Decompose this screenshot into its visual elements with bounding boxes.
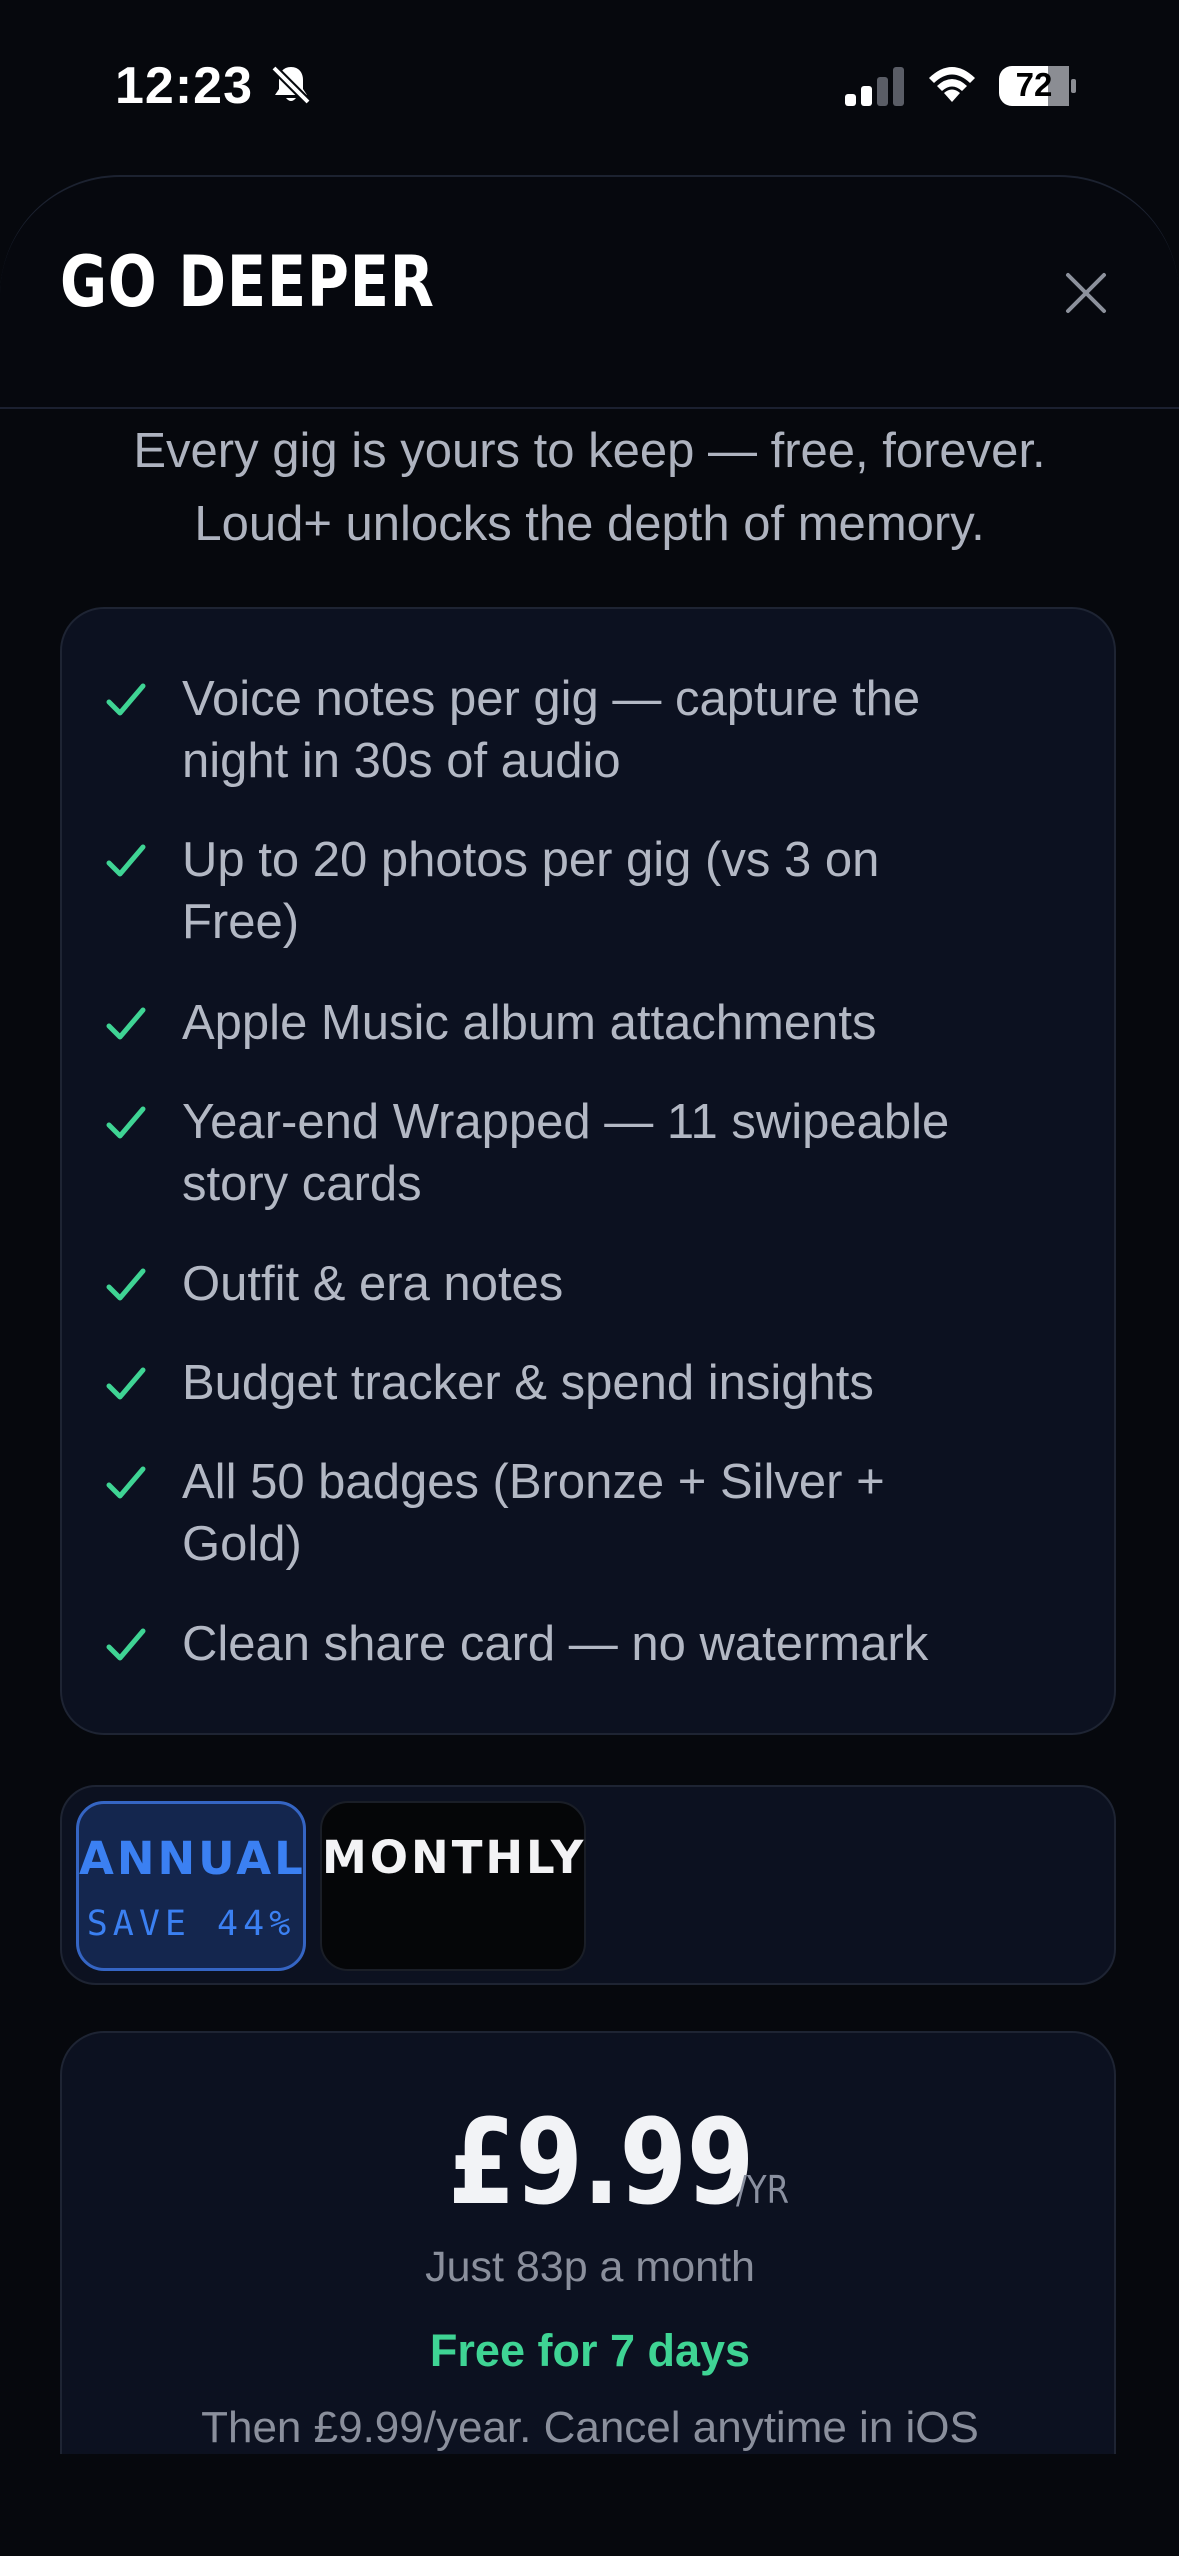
cellular-signal-icon	[845, 67, 904, 106]
annual-save-badge: SAVE 44%	[86, 1904, 296, 1944]
check-icon	[106, 1268, 146, 1301]
check-icon	[106, 1007, 146, 1040]
close-icon[interactable]	[1060, 267, 1112, 319]
monthly-plan-option[interactable]: MONTHLY	[320, 1801, 586, 1971]
sheet-subtitle: Every gig is yours to keep — free, forev…	[40, 415, 1139, 561]
billing-terms: Then £9.99/year. Cancel anytime in iOS	[201, 2403, 979, 2452]
sheet-title: GO DEEPER	[60, 241, 435, 323]
feature-line: Year-end Wrapped — 11 swipeable	[182, 1095, 950, 1149]
feature-line: night in 30s of audio	[182, 734, 621, 788]
feature-text: Apple Music album attachments	[182, 992, 1082, 1054]
price-period: /YR	[736, 2168, 790, 2212]
feature-text: Year-end Wrapped — 11 swipeable story ca…	[182, 1091, 1082, 1215]
feature-line: Apple Music album attachments	[182, 996, 877, 1050]
feature-text: All 50 badges (Bronze + Silver + Gold)	[182, 1451, 1082, 1575]
battery-level: 72	[1015, 66, 1053, 103]
price-amount: £9.99	[448, 2093, 755, 2231]
feature-line: Budget tracker & spend insights	[182, 1356, 874, 1410]
check-icon	[106, 1466, 146, 1499]
subtitle-line: Loud+ unlocks the depth of memory.	[194, 497, 985, 551]
feature-line: Gold)	[182, 1517, 302, 1571]
free-trial-label: Free for 7 days	[429, 2325, 751, 2376]
feature-line: Clean share card — no watermark	[182, 1617, 929, 1671]
feature-line: Voice notes per gig — capture the	[182, 672, 921, 726]
paywall-sheet: GO DEEPER Every gig is yours to keep — f…	[0, 175, 1179, 2556]
feature-text: Up to 20 photos per gig (vs 3 on Free)	[182, 829, 1082, 953]
feature-text: Budget tracker & spend insights	[182, 1352, 1082, 1414]
sheet-header: GO DEEPER	[0, 175, 1179, 409]
feature-line: Up to 20 photos per gig (vs 3 on	[182, 833, 880, 887]
feature-text: Outfit & era notes	[182, 1253, 1082, 1315]
check-icon	[106, 1106, 146, 1139]
feature-line: Free)	[182, 895, 300, 949]
feature-text: Clean share card — no watermark	[182, 1613, 1082, 1675]
wifi-icon	[929, 67, 975, 102]
plan-toggle: ANNUAL SAVE 44% MONTHLY	[60, 1785, 1116, 1985]
price-row: £9.99/YR	[62, 2103, 1118, 2221]
silent-bell-icon	[271, 65, 311, 105]
status-bar: 12:23 72	[0, 0, 1179, 175]
check-icon	[106, 1628, 146, 1661]
bottom-fade	[0, 2454, 1179, 2556]
subtitle-line: Every gig is yours to keep — free, forev…	[133, 424, 1046, 478]
check-icon	[106, 1367, 146, 1400]
annual-label: ANNUAL	[79, 1832, 306, 1885]
feature-line: story cards	[182, 1157, 422, 1211]
feature-text: Voice notes per gig — capture the night …	[182, 668, 1082, 792]
monthly-equivalent: Just 83p a month	[425, 2243, 755, 2291]
check-icon	[106, 844, 146, 877]
monthly-label: MONTHLY	[322, 1831, 587, 1884]
features-card: Voice notes per gig — capture the night …	[60, 607, 1116, 1735]
feature-line: Outfit & era notes	[182, 1257, 564, 1311]
annual-plan-option[interactable]: ANNUAL SAVE 44%	[76, 1801, 306, 1971]
status-time: 12:23	[115, 57, 253, 115]
feature-line: All 50 badges (Bronze + Silver +	[182, 1455, 885, 1509]
check-icon	[106, 683, 146, 716]
